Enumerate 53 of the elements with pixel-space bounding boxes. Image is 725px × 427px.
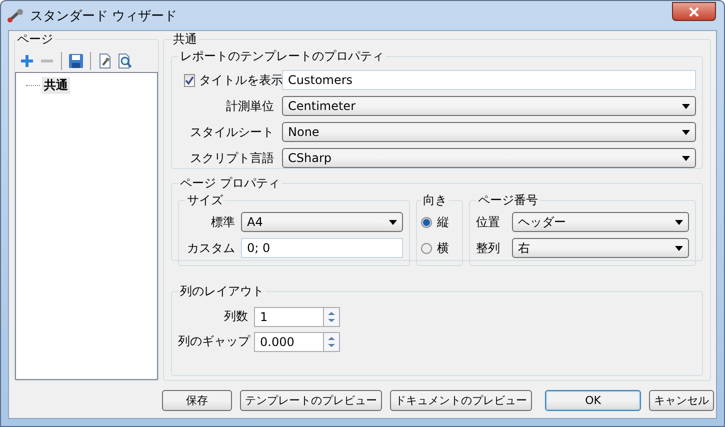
group-title: 向き <box>422 192 448 209</box>
dialog-button[interactable]: 保存 <box>162 390 232 411</box>
dropdown[interactable]: Centimeter <box>282 96 696 116</box>
dropdown[interactable]: 右 <box>512 238 689 258</box>
group-title: ページ <box>16 31 54 48</box>
page-magnifier-icon[interactable] <box>116 52 134 70</box>
group-title: ページ プロパティ <box>179 175 281 192</box>
field-label: 列のギャップ <box>178 333 252 350</box>
group-title: 共通 <box>172 31 198 48</box>
field-label: カスタム <box>186 240 236 256</box>
field-label: 計測単位 <box>225 98 275 114</box>
text-field[interactable]: 0; 0 <box>241 238 403 258</box>
caret-icon <box>682 156 690 160</box>
checkbox[interactable] <box>184 74 195 86</box>
field-label: 整列 <box>476 240 501 256</box>
dropdown[interactable]: ヘッダー <box>512 212 689 232</box>
radio-label: 縦 <box>437 214 449 230</box>
group-title: 列のレイアウト <box>179 283 265 300</box>
radio-button[interactable] <box>421 242 432 254</box>
caret-icon <box>675 220 683 224</box>
caret-icon <box>682 104 690 108</box>
window-title: スタンダード ウィザード <box>30 8 178 24</box>
field-label: スクリプト言語 <box>189 150 275 166</box>
caret-icon <box>682 130 690 134</box>
radio-label: 横 <box>437 240 449 256</box>
spin-buttons-icon[interactable] <box>324 306 340 326</box>
group-title: レポートのテンプレートのプロパティ <box>179 48 385 65</box>
caret-icon <box>389 220 397 224</box>
field-label: スタイルシート <box>189 124 275 140</box>
field-label: 位置 <box>476 214 501 230</box>
field-label: 列数 <box>223 308 249 325</box>
group-title: ページ番号 <box>477 192 539 209</box>
tree-item[interactable]: 共通 <box>42 77 70 94</box>
dropdown[interactable]: None <box>282 122 696 142</box>
caret-icon <box>675 246 683 250</box>
dialog-button[interactable]: キャンセル <box>649 390 714 411</box>
number-field[interactable]: 1 <box>254 306 324 326</box>
dropdown[interactable]: A4 <box>241 212 403 232</box>
dropdown[interactable]: CSharp <box>282 148 696 168</box>
dialog-button[interactable]: ドキュメントのプレビュー <box>390 390 532 411</box>
group-title: サイズ <box>186 192 224 209</box>
dialog-button[interactable]: テンプレートのプレビュー <box>240 390 382 411</box>
text-field[interactable]: Customers <box>282 70 696 90</box>
number-field[interactable]: 0.000 <box>254 332 324 352</box>
radio-button[interactable] <box>421 216 432 228</box>
checkbox-label: タイトルを表示 <box>199 72 283 88</box>
save-icon[interactable] <box>67 52 85 70</box>
spin-buttons-icon[interactable] <box>324 332 340 352</box>
plus-icon[interactable] <box>18 52 36 70</box>
field-label: 標準 <box>210 214 236 230</box>
close-icon <box>688 6 700 16</box>
dialog-button[interactable]: OK <box>545 390 641 411</box>
close-button[interactable] <box>672 2 716 21</box>
